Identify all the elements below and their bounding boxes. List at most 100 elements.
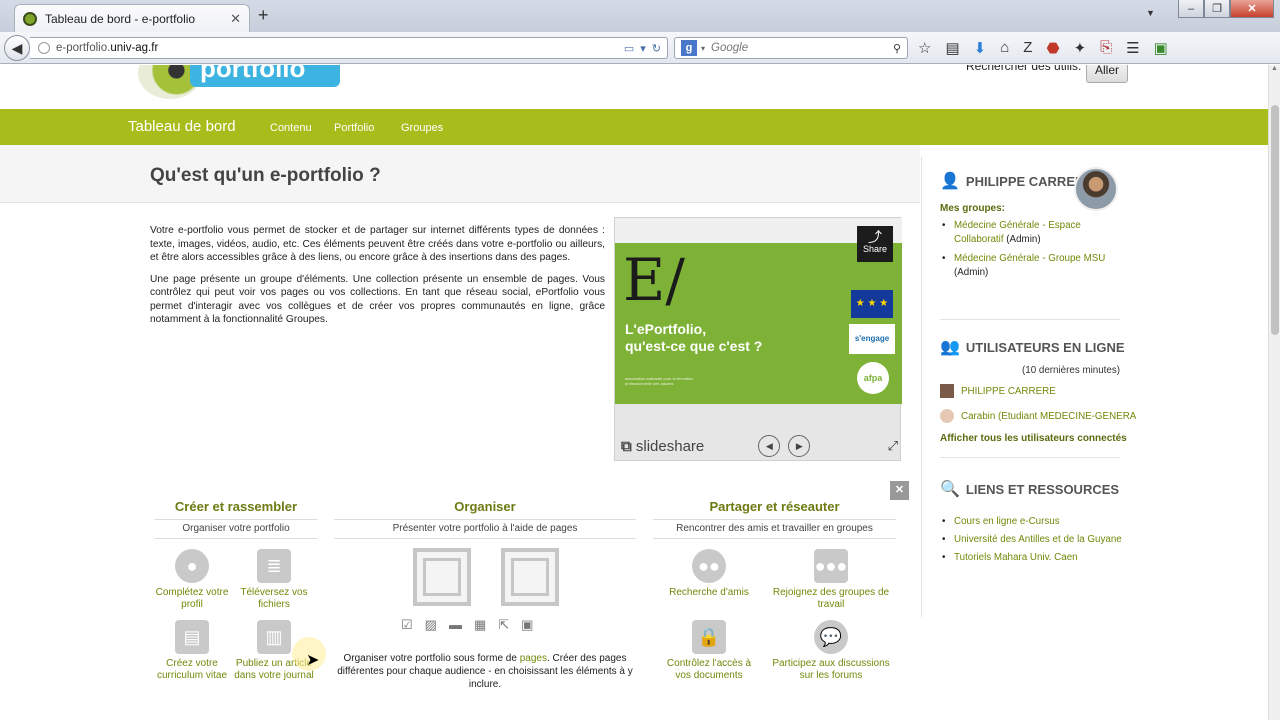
create-cv-link[interactable]: ▤ Créez votre curriculum vitae: [147, 620, 237, 682]
next-slide-icon[interactable]: ▶: [788, 435, 811, 457]
list-item: Cours en ligne e-Cursus: [942, 515, 1132, 529]
groups-label: Mes groupes:: [940, 203, 1006, 214]
folder-icon: ▬: [448, 617, 462, 632]
share-title: Partager et réseauter: [709, 499, 840, 514]
bookmarks-list-icon[interactable]: ▤: [945, 39, 959, 57]
organize-subtitle: Présenter votre portfolio à l'aide de pa…: [334, 519, 636, 539]
organize-title: Organiser: [454, 499, 516, 514]
intro-text: Votre e-portfolio vous permet de stocker…: [150, 224, 605, 335]
avatar: [940, 384, 954, 398]
list-item: Université des Antilles et de la Guyane: [942, 533, 1132, 547]
user-icon: 👤: [940, 173, 960, 190]
extension-icon[interactable]: ✦: [1074, 39, 1087, 57]
links-list: Cours en ligne e-Cursus Université des A…: [942, 515, 1132, 569]
zotero-icon[interactable]: Z: [1023, 39, 1032, 57]
profile-header: 👤 PHILIPPE CARRERE: [940, 171, 1093, 191]
share-subtitle: Rencontrer des amis et travailler en gro…: [653, 519, 896, 539]
online-user-row[interactable]: Carabin (Etudiant MEDECINE-GENERA: [940, 409, 1136, 423]
divider: [940, 319, 1120, 320]
site-favicon-icon: [23, 11, 37, 26]
scroll-up-icon[interactable]: ▲: [1269, 65, 1280, 77]
bookmark-star-icon[interactable]: ☆: [918, 39, 931, 57]
history-dropdown-icon[interactable]: ▾: [640, 42, 646, 55]
download-icon[interactable]: ⬇: [974, 39, 987, 57]
search-bar[interactable]: g ▾ Google ⚲: [674, 37, 908, 59]
access-control-link[interactable]: 🔒 Contrôlez l'accès à vos documents: [664, 620, 754, 682]
nav-groupes[interactable]: Groupes: [401, 122, 443, 134]
online-header: 👥 UTILISATEURS EN LIGNE: [940, 339, 1125, 356]
share-button[interactable]: ⤴ Share: [857, 226, 893, 262]
engine-dropdown-icon[interactable]: ▾: [701, 44, 705, 53]
create-subtitle: Organiser votre portfolio: [155, 519, 317, 539]
addon-badge-icon[interactable]: ▣: [1154, 39, 1168, 57]
avatar[interactable]: [1074, 167, 1118, 211]
eu-flag-icon: ★ ★ ★: [851, 290, 893, 318]
forums-link[interactable]: 💬 Participez aux discussions sur les for…: [771, 620, 891, 682]
slide-title: L'ePortfolio, qu'est-ce que c'est ?: [625, 321, 763, 354]
page-grid-icon[interactable]: [501, 548, 559, 606]
pages-link[interactable]: pages: [520, 653, 547, 664]
maximize-icon[interactable]: ❐: [1204, 0, 1230, 18]
share-icon: ⤴: [868, 229, 882, 245]
address-bar[interactable]: e-portfolio.univ-ag.fr ▭ ▾ ↻: [30, 37, 668, 59]
europe-engage-logo: s'engage: [849, 324, 895, 354]
close-panel-icon[interactable]: ✕: [890, 481, 909, 500]
fullscreen-icon[interactable]: ⤢: [888, 438, 898, 454]
user-search-button[interactable]: Aller: [1086, 65, 1128, 83]
show-all-users-link[interactable]: Afficher tous les utilisateurs connectés: [940, 433, 1127, 444]
browser-nav-bar: ◀ e-portfolio.univ-ag.fr ▭ ▾ ↻ g ▾ Googl…: [0, 32, 1280, 64]
slideshare-logo[interactable]: ⧉ slideshare: [621, 438, 704, 455]
page-scrollbar[interactable]: ▲: [1268, 65, 1280, 720]
group-link[interactable]: Médecine Générale - Groupe MSU: [954, 253, 1105, 264]
page-info-icon[interactable]: ▭: [624, 42, 634, 55]
group-icon: ●●●: [814, 549, 848, 583]
eportfolio-logo[interactable]: portfolio: [138, 65, 344, 101]
minimize-icon[interactable]: –: [1178, 0, 1204, 18]
nav-dashboard[interactable]: Tableau de bord: [128, 118, 236, 135]
upload-files-link[interactable]: ≣ Téléversez vos fichiers: [229, 549, 319, 611]
page-layout-icon[interactable]: [413, 548, 471, 606]
intro-paragraph: Une page présente un groupe d'éléments. …: [150, 273, 605, 326]
browser-tab[interactable]: Tableau de bord - e-portfolio ✕: [14, 4, 250, 32]
discussion-icon: 💬: [814, 620, 848, 654]
friends-icon: ●●: [692, 549, 726, 583]
mouse-cursor-icon: ➤: [306, 652, 320, 669]
reload-icon[interactable]: ↻: [652, 42, 661, 55]
search-input[interactable]: Google: [711, 42, 893, 54]
links-header: 🔍 LIENS ET RESSOURCES: [940, 481, 1120, 498]
tabs-list-chevron-icon[interactable]: ▼: [1146, 8, 1155, 18]
divider: [940, 457, 1120, 458]
translate-icon[interactable]: ⎘: [1100, 39, 1112, 57]
intro-paragraph: Votre e-portfolio vous permet de stocker…: [150, 225, 605, 263]
online-note: (10 dernières minutes): [1022, 365, 1121, 376]
complete-profile-link[interactable]: ● Complétez votre profil: [147, 549, 237, 611]
slide-image[interactable]: E/ L'ePortfolio, qu'est-ce que c'est ? a…: [615, 218, 902, 404]
user-search-label[interactable]: Rechercher des utilis.: [966, 65, 1081, 73]
google-icon[interactable]: g: [681, 40, 697, 56]
list-item: Médecine Générale - Groupe MSU (Admin): [942, 252, 1132, 280]
adblock-icon[interactable]: ⬣: [1046, 39, 1059, 57]
nav-portfolio[interactable]: Portfolio: [334, 122, 374, 134]
close-tab-icon[interactable]: ✕: [230, 11, 241, 27]
back-arrow-icon[interactable]: ◀: [4, 35, 30, 61]
create-title: Créer et rassembler: [174, 499, 298, 514]
nav-contenu[interactable]: Contenu: [270, 122, 312, 134]
external-media-icon: ⇱: [498, 617, 510, 632]
previous-slide-icon[interactable]: ◀: [758, 435, 781, 457]
new-tab-icon[interactable]: +: [258, 5, 269, 26]
close-window-icon[interactable]: ✕: [1230, 0, 1274, 18]
list-item: Tutoriels Mahara Univ. Caen: [942, 551, 1132, 565]
slideshare-embed[interactable]: E/ L'ePortfolio, qu'est-ce que c'est ? a…: [614, 217, 902, 461]
video-icon: ▣: [521, 617, 534, 632]
find-friends-link[interactable]: ●● Recherche d'amis: [664, 549, 754, 599]
scroll-thumb[interactable]: [1271, 105, 1279, 335]
search-magnifier-icon[interactable]: ⚲: [893, 42, 901, 55]
menu-icon[interactable]: ☰: [1126, 39, 1139, 57]
home-icon[interactable]: ⌂: [1000, 39, 1009, 57]
sidebar: 👤 PHILIPPE CARRERE Mes groupes: Médecine…: [921, 157, 1138, 617]
join-groups-link[interactable]: ●●● Rejoignez des groupes de travail: [771, 549, 891, 611]
page-title: Qu'est qu'un e-portfolio ?: [150, 165, 381, 186]
online-user-row[interactable]: PHILIPPE CARRERE: [940, 384, 1056, 398]
url-text[interactable]: e-portfolio.univ-ag.fr: [56, 42, 624, 54]
tab-title: Tableau de bord - e-portfolio: [45, 11, 196, 26]
